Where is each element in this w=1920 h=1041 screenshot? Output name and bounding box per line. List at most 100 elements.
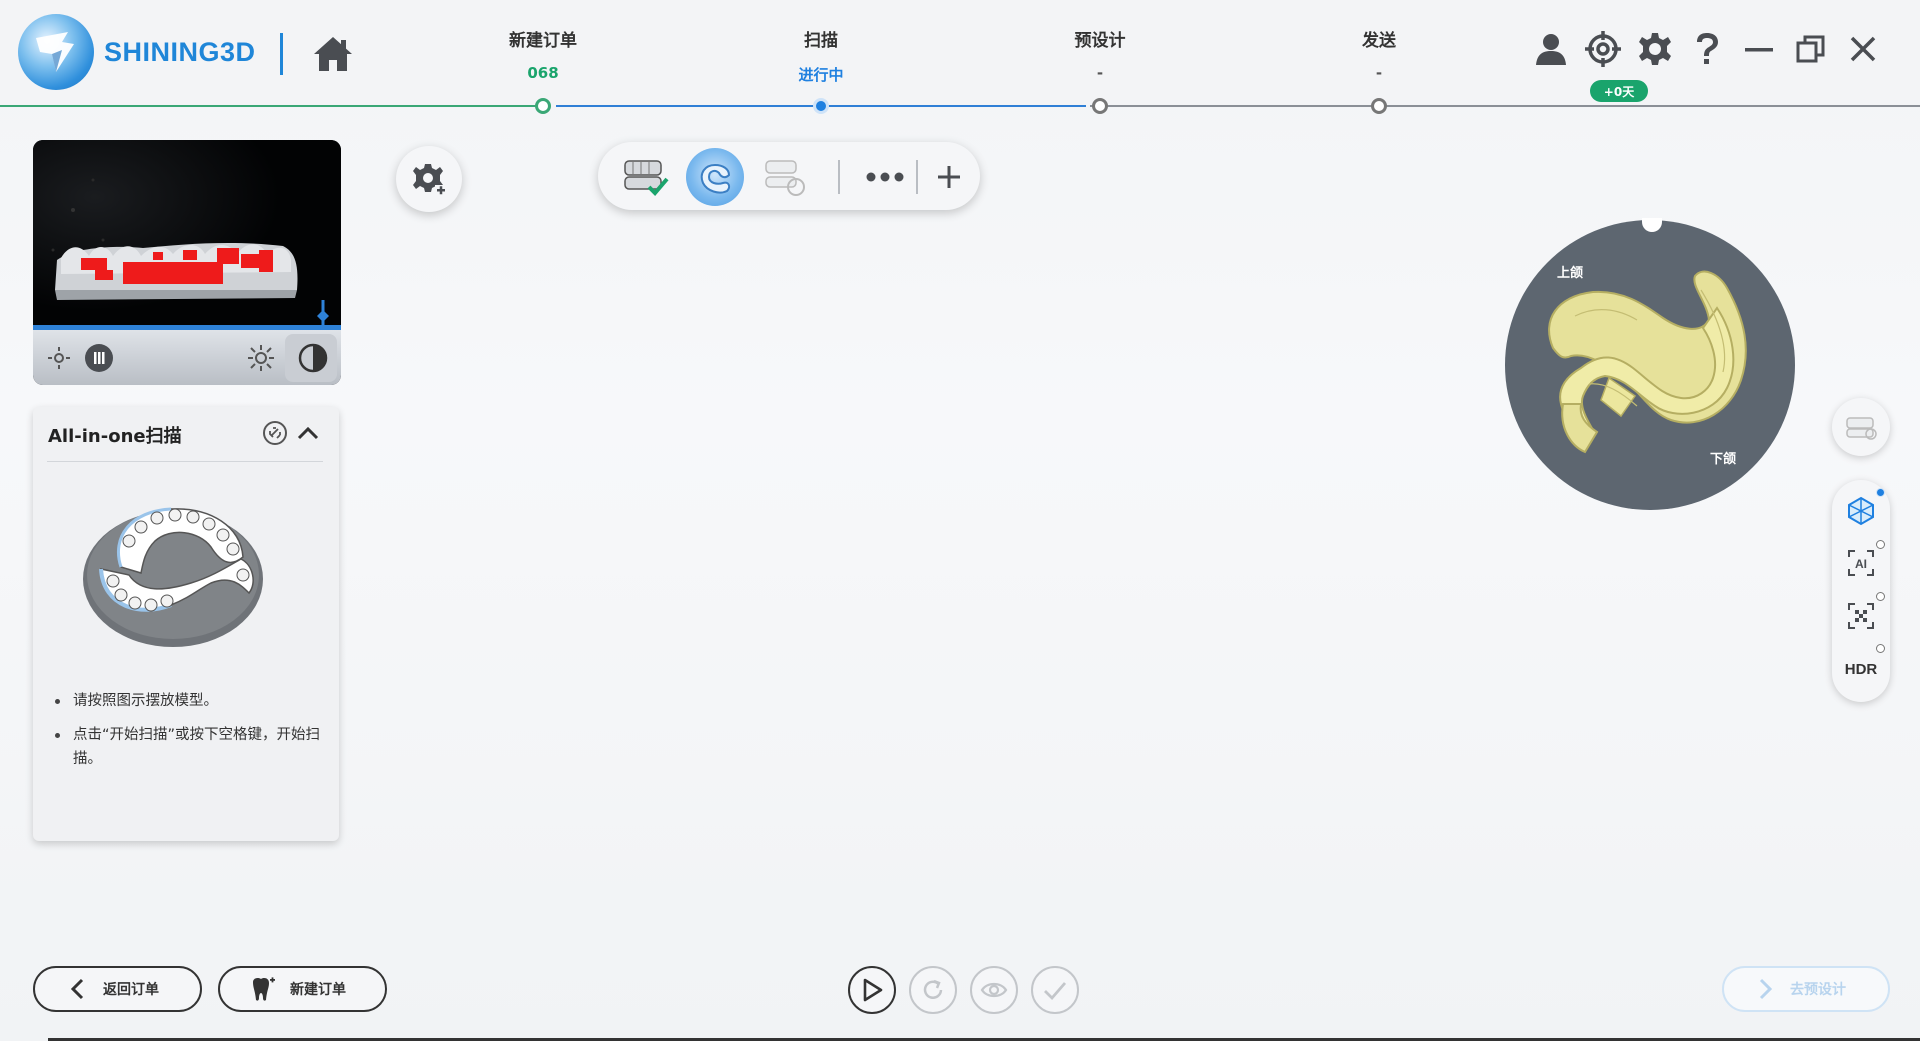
jaw-navigator-image [1548,270,1747,454]
upper-jaw-label: 上颌 [1557,266,1584,281]
mesh-indicator [1876,488,1885,497]
hdr-indicator [1876,644,1885,653]
brightness-decrease-button[interactable] [41,340,77,376]
help-icon [1697,33,1718,64]
go-to-pre-design-label: 去预设计 [1790,982,1846,998]
model-placement-illustration [83,507,263,647]
scan-mode-panel: All-in-one扫描 请按照图示摆放模型。 点击“开始扫描”或按下空格键，开… [33,407,339,841]
scan-mode-title: All-in-one扫描 [48,426,182,447]
start-scan-button[interactable] [848,966,896,1014]
license-days-badge: +0天 [1590,80,1648,102]
impression-scan-button[interactable] [756,148,814,206]
back-to-order-button[interactable]: 返回订单 [33,966,202,1012]
mesh-cube-icon [1848,496,1874,526]
tooth-plus-icon [253,977,275,1001]
step-send[interactable]: 发送 - [1309,26,1449,82]
ai-scan-button[interactable]: AI [1840,542,1882,584]
link-button[interactable] [261,419,289,447]
toolbar-separator [916,160,918,194]
step-pre-design[interactable]: 预设计 - [1030,26,1170,82]
brightness-increase-button[interactable] [243,340,279,376]
panel-divider [47,461,323,462]
scan-settings-button[interactable] [396,146,462,212]
chevron-right-icon [1759,978,1772,1000]
sun-large-icon [248,345,274,371]
ai-frame-icon: AI [1848,550,1874,576]
more-options-button[interactable] [856,148,914,206]
play-icon [863,978,883,1002]
step-dot-new-order [535,98,551,114]
confirm-button[interactable] [1031,966,1079,1014]
step-status: - [1096,64,1104,82]
step-new-order[interactable]: 新建订单 068 [473,26,613,82]
contrast-toggle-button[interactable] [295,340,331,376]
slider-handle-icon [85,344,113,372]
target-icon [1585,31,1621,67]
step-label: 预设计 [1074,31,1126,51]
preview-button[interactable] [970,966,1018,1014]
new-order-label: 新建订单 [290,982,346,998]
3d-mesh-button[interactable] [1840,490,1882,532]
minimize-button[interactable] [1740,30,1778,68]
step-status: - [1375,64,1383,82]
chevron-up-icon [297,426,319,440]
step-dot-pre-design [1092,98,1108,114]
refresh-icon [923,979,943,999]
more-dots-icon [866,172,904,182]
instruction-list: 请按照图示摆放模型。 点击“开始扫描”或按下空格键，开始扫描。 [51,689,323,781]
gear-plus-icon [413,164,445,195]
step-label: 发送 [1362,31,1396,51]
add-scan-button[interactable] [920,148,978,206]
step-dot-scan [813,98,829,114]
hdr-label: HDR [1844,660,1878,678]
plus-icon [938,166,960,188]
arch-s-icon [700,163,731,194]
new-order-button[interactable]: 新建订单 [218,966,387,1012]
preview-controls [33,325,341,385]
link-icon [263,421,287,445]
step-order-number: 068 [527,64,559,82]
step-label: 新建订单 [509,31,577,51]
collapse-button[interactable] [295,421,321,447]
user-icon [1536,34,1566,65]
help-button[interactable] [1688,30,1726,68]
instruction-item: 请按照图示摆放模型。 [51,689,323,713]
restore-icon [1796,35,1825,63]
jaw-scan-done-button[interactable] [616,148,674,206]
hdr-button[interactable]: HDR [1840,648,1882,690]
contrast-icon [298,343,328,373]
jaw-checked-icon [624,160,669,196]
gear-icon [1639,33,1671,65]
close-icon [1850,36,1876,62]
brightness-slider-handle[interactable] [81,340,117,376]
texture-icon [1846,417,1877,440]
all-in-one-scan-button[interactable] [686,148,744,206]
step-dot-send [1371,98,1387,114]
settings-button[interactable] [1636,30,1674,68]
instruction-item: 点击“开始扫描”或按下空格键，开始扫描。 [51,723,323,771]
sun-small-icon [48,347,70,369]
step-scan[interactable]: 扫描 进行中 [751,26,891,85]
check-icon [1044,982,1067,1001]
back-to-order-label: 返回订单 [103,982,159,998]
impression-icon [765,160,805,196]
step-track-pending [1090,105,1920,107]
step-track-done [0,105,543,107]
toolbar-separator [838,160,840,194]
go-to-pre-design-button[interactable]: 去预设计 [1722,966,1890,1012]
calibration-button[interactable] [1584,30,1622,68]
close-button[interactable] [1844,30,1882,68]
texture-toggle-button[interactable] [1832,398,1890,456]
texture-indicator [1876,592,1885,601]
scan-preview [33,140,341,385]
scan-feature-toolbar: AI HDR [1832,480,1890,702]
scan-mode-toolbar [598,142,980,210]
rescan-button[interactable] [909,966,957,1014]
top-bar: SHINING3D 新建订单 068 扫描 进行中 预设计 - 发送 - +0天 [0,0,1920,114]
texture-scan-button[interactable] [1840,595,1882,637]
lower-jaw-label: 下颌 [1710,452,1737,467]
step-label: 扫描 [804,31,838,51]
user-button[interactable] [1532,30,1570,68]
jaw-navigator[interactable]: 上颌 下颌 [1505,218,1795,510]
restore-button[interactable] [1792,30,1830,68]
